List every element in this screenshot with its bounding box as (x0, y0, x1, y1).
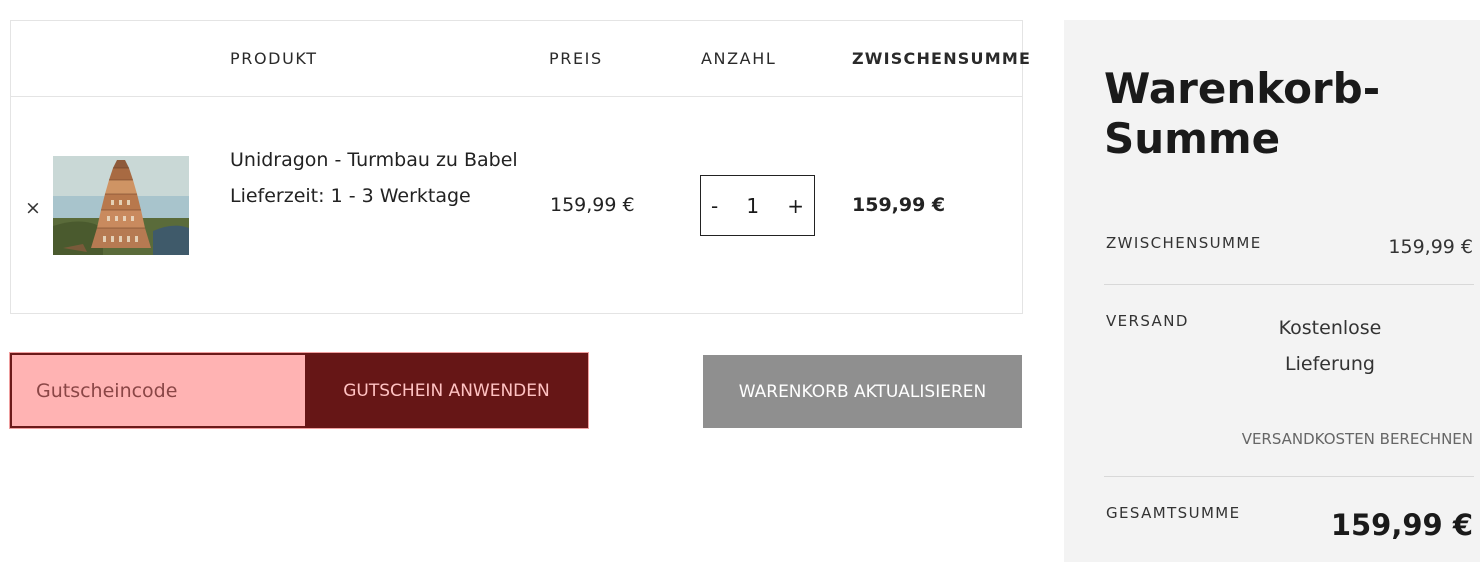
product-name[interactable]: Unidragon - Turmbau zu Babel (230, 149, 518, 171)
decrease-quantity-button[interactable]: - (711, 194, 718, 218)
cart-totals-title: Warenkorb-Summe (1104, 64, 1381, 163)
quantity-value[interactable]: 1 (746, 194, 759, 218)
delivery-time: Lieferzeit: 1 - 3 Werktage (230, 185, 471, 207)
apply-coupon-button[interactable]: GUTSCHEIN ANWENDEN (305, 353, 588, 428)
update-cart-button[interactable]: WARENKORB AKTUALISIEREN (703, 355, 1022, 428)
calculate-shipping-link[interactable]: VERSANDKOSTEN BERECHNEN (1242, 430, 1473, 448)
shipping-value: Kostenlose Lieferung (1278, 317, 1382, 375)
tower-of-babel-painting-icon (53, 156, 189, 255)
item-price: 159,99 € (550, 194, 635, 216)
totals-subtotal-value: 159,99 € (1388, 236, 1473, 258)
coupon-code-input[interactable] (10, 353, 307, 428)
cart-table: PRODUKT PREIS ANZAHL ZWISCHENSUMME × Uni… (10, 20, 1030, 314)
grand-total-label: GESAMTSUMME (1106, 504, 1241, 522)
increase-quantity-button[interactable]: + (787, 194, 804, 218)
grand-total-value: 159,99 € (1330, 508, 1473, 542)
header-subtotal: ZWISCHENSUMME (852, 49, 1032, 68)
header-quantity: ANZAHL (701, 49, 777, 68)
item-subtotal: 159,99 € (852, 194, 946, 216)
totals-subtotal-label: ZWISCHENSUMME (1106, 234, 1262, 252)
header-product: PRODUKT (230, 49, 318, 68)
cart-totals-panel: Warenkorb-Summe ZWISCHENSUMME 159,99 € V… (1064, 20, 1480, 562)
quantity-stepper[interactable]: - 1 + (700, 175, 815, 236)
divider (1104, 476, 1474, 477)
header-price: PREIS (549, 49, 603, 68)
product-thumbnail[interactable] (53, 156, 189, 255)
cart-table-header: PRODUKT PREIS ANZAHL ZWISCHENSUMME (11, 21, 1030, 97)
remove-item-button[interactable]: × (25, 197, 41, 219)
shipping-label: VERSAND (1106, 312, 1189, 330)
divider (1104, 284, 1474, 285)
